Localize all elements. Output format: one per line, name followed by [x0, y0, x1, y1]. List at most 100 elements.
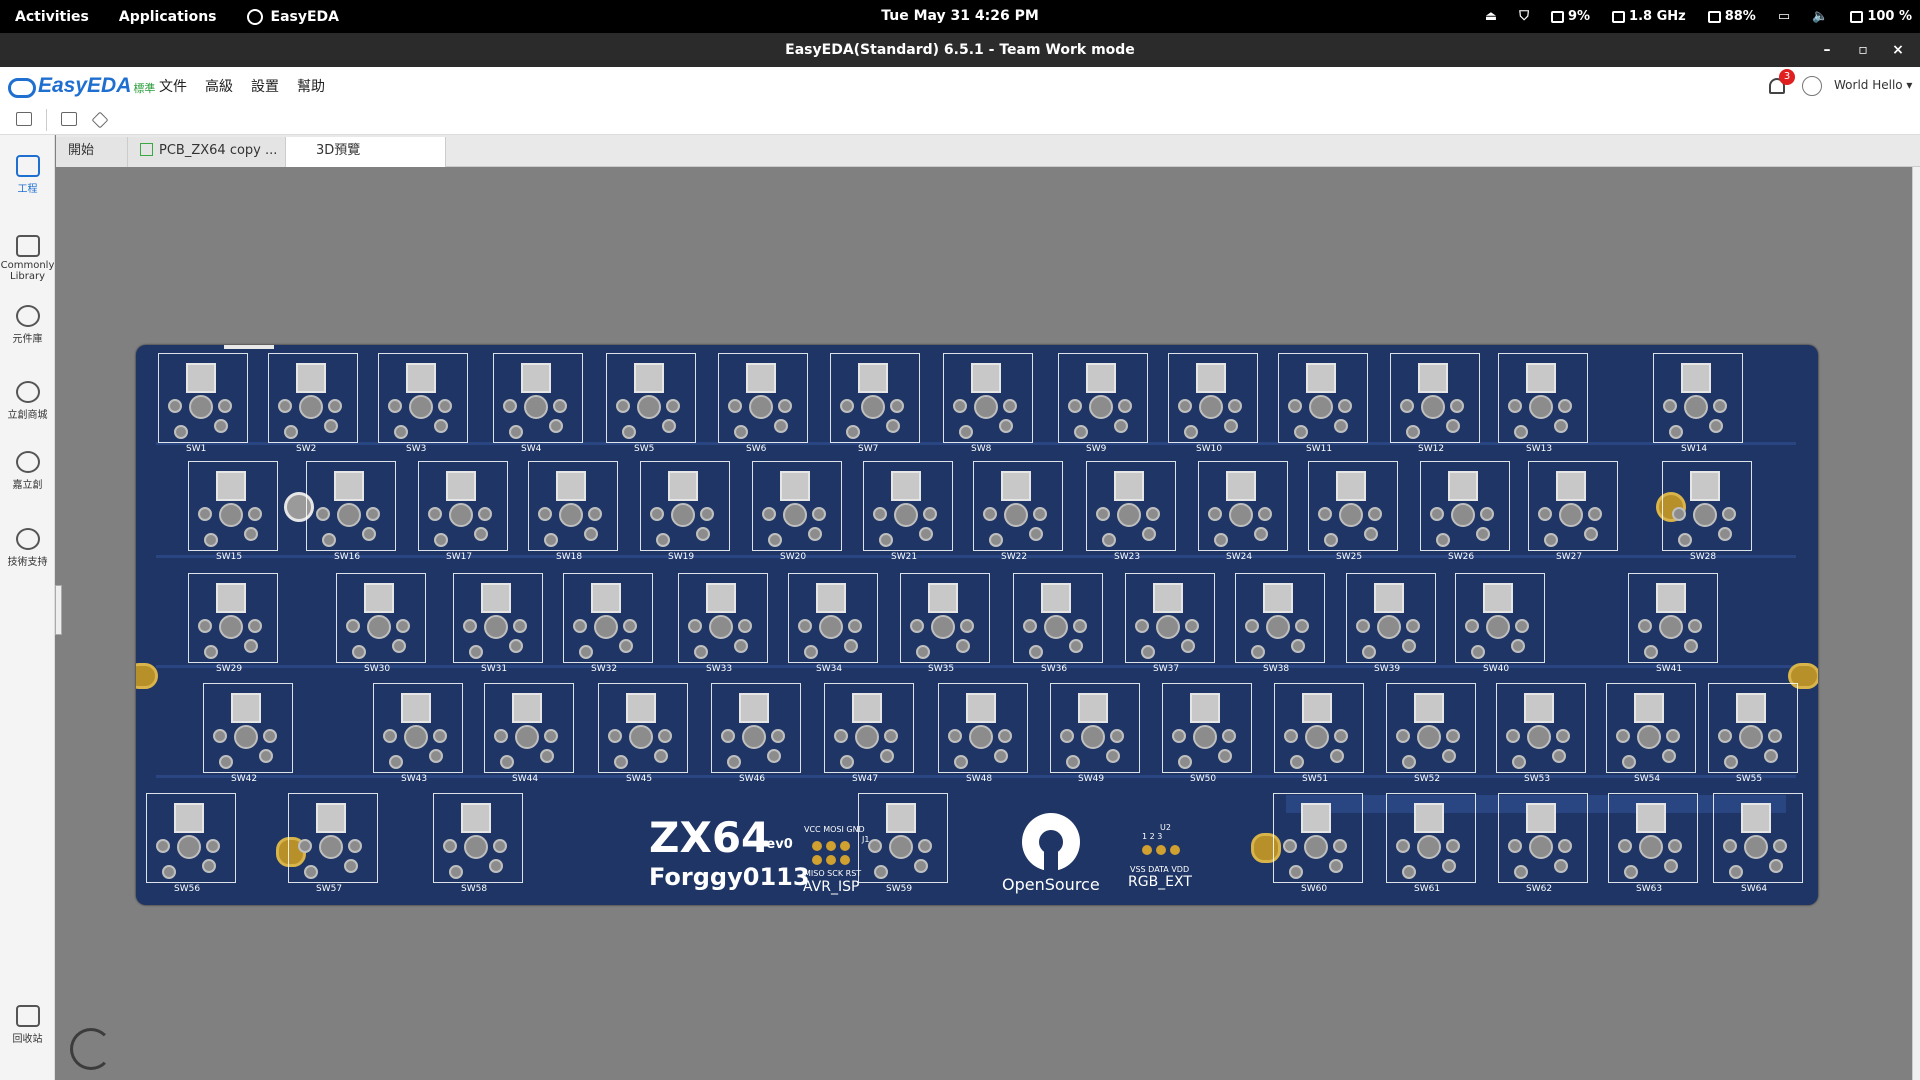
stab-hole	[1688, 619, 1702, 633]
switch-pad	[858, 363, 888, 393]
switch-label: SW23	[1114, 552, 1141, 562]
sidebar-item-jlc[interactable]: 嘉立創	[0, 451, 55, 491]
image-export-icon[interactable]	[61, 112, 77, 126]
stab-hole	[206, 839, 220, 853]
applications-menu[interactable]: Applications	[104, 9, 232, 25]
switch-label: SW32	[591, 664, 618, 674]
switch-pad	[1263, 583, 1293, 613]
switch-label: SW44	[512, 774, 539, 784]
header-pin	[812, 855, 822, 865]
stab-hole	[1135, 619, 1149, 633]
switch-label: SW20	[780, 552, 807, 562]
switch-hole	[1486, 615, 1510, 639]
rgb-label: RGB_EXT	[1128, 874, 1192, 890]
tab-start[interactable]: 開始	[56, 137, 128, 167]
app-menu[interactable]: EasyEDA	[232, 8, 355, 25]
stab-hole	[1430, 507, 1444, 521]
pin-hole	[244, 527, 258, 541]
stab-hole	[1178, 399, 1192, 413]
stab-hole	[1506, 729, 1520, 743]
battery-indicator[interactable]: 100 %	[1850, 9, 1912, 24]
minimize-button[interactable]: –	[1810, 33, 1844, 67]
menu-item[interactable]: 高級	[205, 76, 233, 96]
stab-hole	[1033, 507, 1047, 521]
open-source-hardware-logo	[1022, 813, 1080, 873]
refresh-icon[interactable]	[70, 1028, 112, 1070]
pin-hole	[1724, 755, 1738, 769]
clock[interactable]: Tue May 31 4:26 PM	[860, 0, 1060, 33]
display-icon[interactable]: ▭	[1778, 9, 1790, 24]
pin-hole	[489, 859, 503, 873]
switch-pad	[1114, 471, 1144, 501]
pin-hole	[1402, 865, 1416, 879]
sidebar-item-lcsc[interactable]: 立創商城	[0, 381, 55, 421]
switch-hole	[1744, 835, 1768, 859]
pin-hole	[1251, 645, 1265, 659]
volume-icon[interactable]: 🔈	[1812, 9, 1828, 24]
layers-icon[interactable]	[91, 111, 109, 129]
switch-label: SW21	[891, 552, 918, 562]
shield-icon[interactable]: ⛉	[1519, 9, 1529, 24]
right-panel-handle[interactable]	[1912, 167, 1920, 1080]
switch-hole	[524, 395, 548, 419]
stab-hole	[1333, 839, 1347, 853]
sidebar-item-trash[interactable]: 回收站	[0, 1005, 55, 1045]
stab-hole	[1508, 839, 1522, 853]
sidebar-item-folder[interactable]: 工程	[0, 155, 55, 195]
avatar[interactable]	[1802, 76, 1822, 96]
stab-hole	[573, 619, 587, 633]
eject-icon[interactable]: ⏏	[1485, 9, 1497, 24]
stab-hole	[1773, 839, 1787, 853]
pin-hole	[389, 755, 403, 769]
mounting-slot	[136, 663, 158, 689]
pin-hole	[392, 639, 406, 653]
cpu-indicator[interactable]: 9%	[1550, 9, 1590, 24]
switch-pad	[446, 471, 476, 501]
freq-value: 1.8 GHz	[1629, 9, 1686, 24]
pin-hole	[1554, 419, 1568, 433]
pin-hole	[244, 639, 258, 653]
system-top-bar: Activities Applications EasyEDA Tue May …	[0, 0, 1920, 33]
maximize-button[interactable]: ▫	[1846, 33, 1880, 67]
stab-hole	[438, 399, 452, 413]
switch-pad	[1196, 363, 1226, 393]
stab-hole	[544, 729, 558, 743]
pin-hole	[1254, 527, 1268, 541]
menu-item[interactable]: 設置	[251, 76, 279, 96]
user-menu[interactable]: World Hello ▾	[1834, 78, 1912, 92]
tab-pcb[interactable]: PCB_ZX64 copy ...	[128, 137, 286, 167]
pin-hole	[579, 645, 593, 659]
sidebar-item-chip[interactable]: Commonly Library	[0, 235, 55, 282]
easyeda-logo[interactable]: EasyEDA 標準	[8, 74, 155, 98]
tab-3d-preview[interactable]: 3D預覽	[286, 137, 446, 167]
pin-hole	[344, 859, 358, 873]
sidebar-item-help[interactable]: 技術支持	[0, 528, 55, 568]
stab-hole	[1666, 729, 1680, 743]
sidebar-collapse-handle[interactable]	[55, 585, 62, 635]
menu-item[interactable]: 幫助	[297, 76, 325, 96]
pin-hole	[1102, 533, 1116, 547]
switch-label: SW62	[1526, 884, 1553, 894]
switch-hole	[1117, 503, 1141, 527]
switch-pad	[746, 363, 776, 393]
memory-indicator[interactable]: 88%	[1707, 9, 1756, 24]
pcb-board[interactable]: ZX64 rev0 Forggy0113 VCC MOSI GND J1 MIS…	[136, 345, 1818, 905]
menu-item[interactable]: 文件	[159, 76, 187, 96]
freq-indicator[interactable]: 1.8 GHz	[1612, 9, 1686, 24]
switch-label: SW63	[1636, 884, 1663, 894]
switch-hole	[1089, 395, 1113, 419]
switch-hole	[1309, 395, 1333, 419]
stab-hole	[688, 619, 702, 633]
pin-hole	[1364, 527, 1378, 541]
header-pin	[1142, 845, 1152, 855]
close-button[interactable]: ×	[1881, 33, 1915, 67]
activities-button[interactable]: Activities	[0, 9, 104, 25]
pin-hole	[1224, 419, 1238, 433]
pin-hole	[808, 527, 822, 541]
stab-hole	[1318, 507, 1332, 521]
sidebar-item-search[interactable]: 元件庫	[0, 305, 55, 345]
switch-pad	[1556, 471, 1586, 501]
stab-hole	[348, 839, 362, 853]
pin-hole	[202, 859, 216, 873]
open-folder-icon[interactable]	[16, 112, 32, 126]
